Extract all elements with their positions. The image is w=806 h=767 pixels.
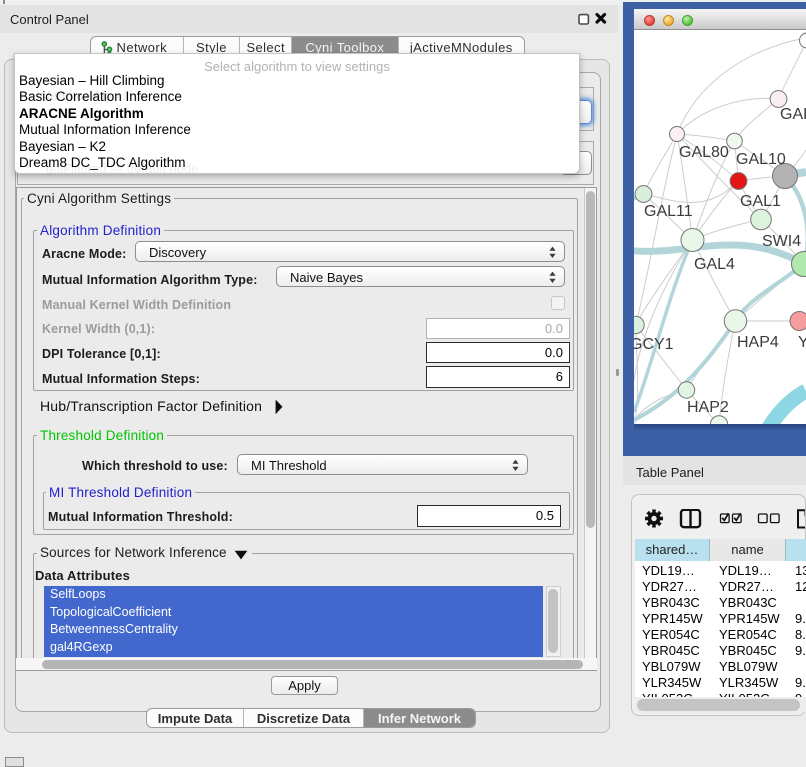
svg-text:YEL: YEL <box>798 334 806 351</box>
svg-text:GAL10: GAL10 <box>736 151 786 168</box>
svg-text:GAL4: GAL4 <box>694 256 735 273</box>
svg-text:GAL1: GAL1 <box>740 193 781 210</box>
svg-text:GCY1: GCY1 <box>634 336 674 353</box>
svg-text:GAL11: GAL11 <box>644 203 693 220</box>
svg-text:HAP2: HAP2 <box>687 399 729 416</box>
svg-text:GAL80: GAL80 <box>679 144 729 161</box>
svg-text:GAL7: GAL7 <box>780 106 806 123</box>
svg-text:HAP4: HAP4 <box>737 334 779 351</box>
svg-text:SWI4: SWI4 <box>762 233 801 250</box>
